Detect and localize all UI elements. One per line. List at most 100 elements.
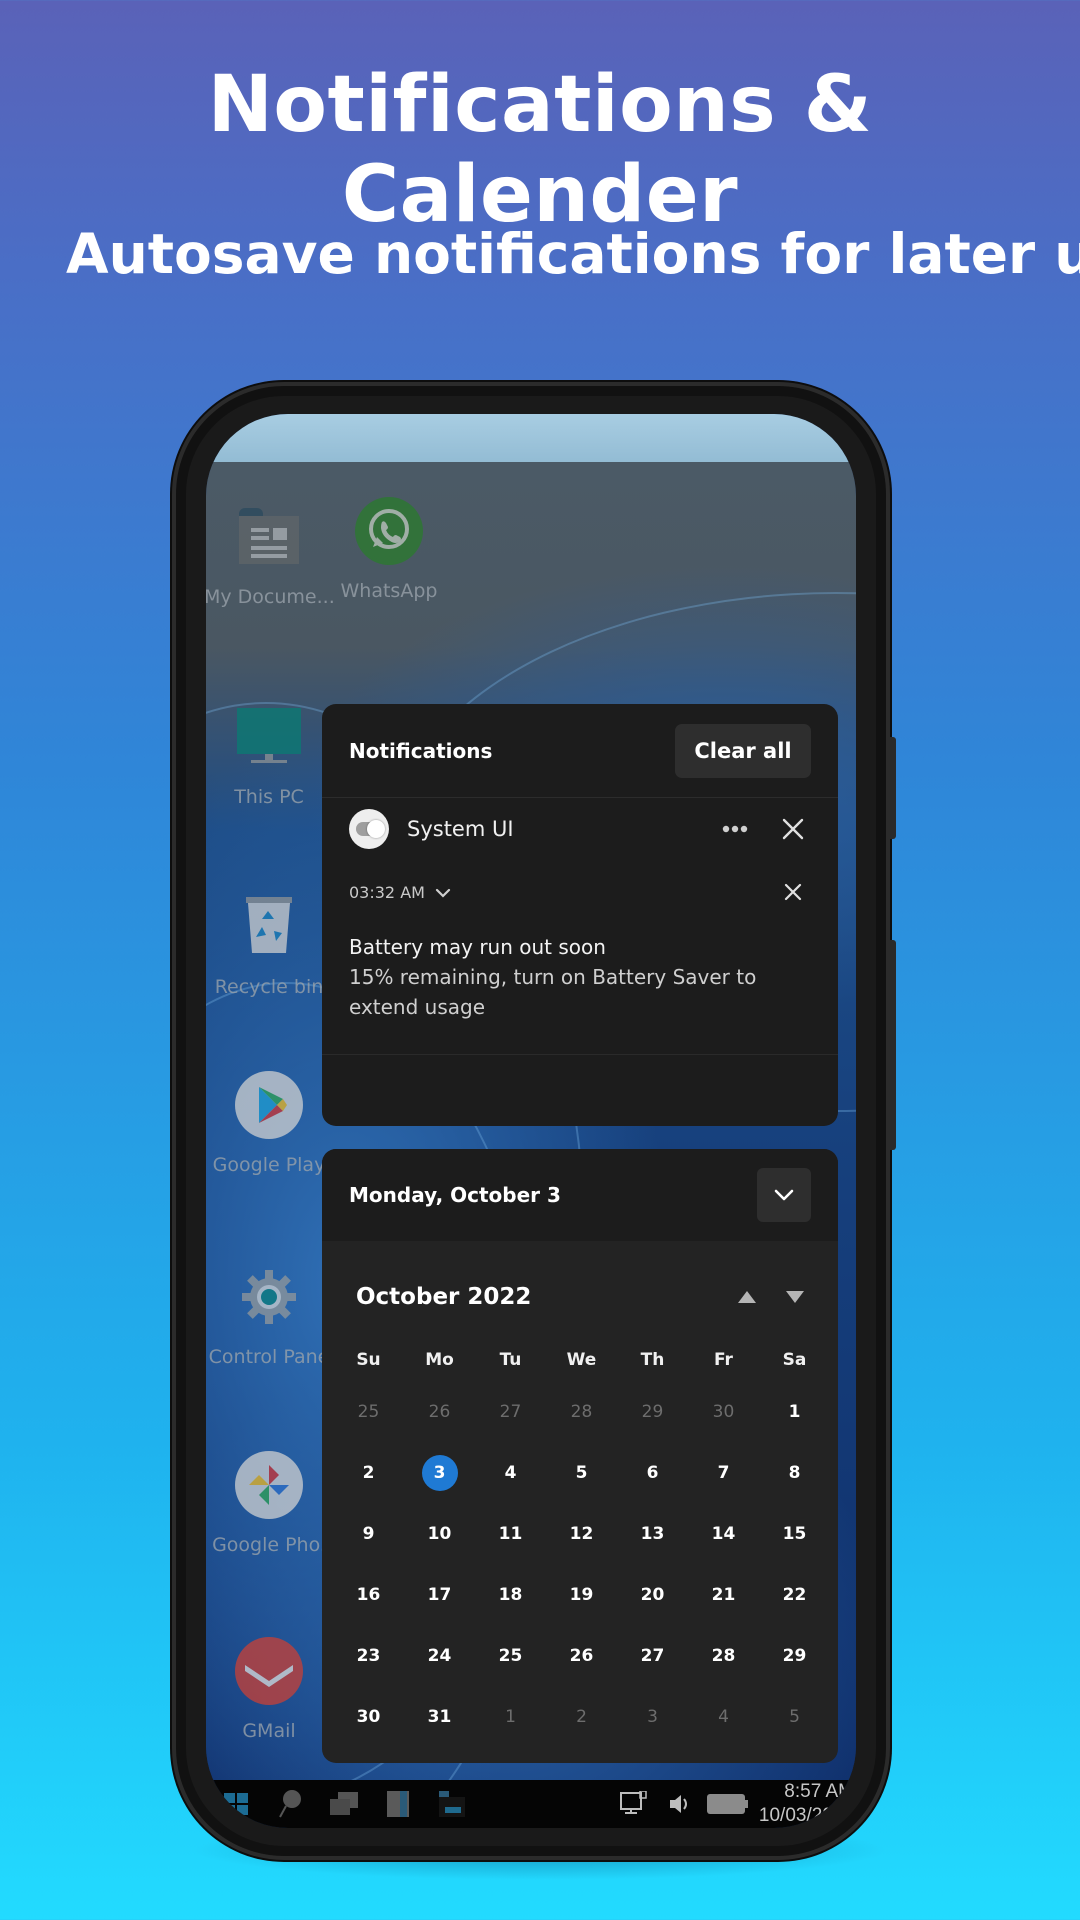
- calendar-day[interactable]: 30: [333, 1686, 404, 1747]
- calendar-day[interactable]: 8: [759, 1442, 830, 1503]
- calendar-day[interactable]: 31: [404, 1686, 475, 1747]
- calendar-day[interactable]: 6: [617, 1442, 688, 1503]
- calendar-day[interactable]: 9: [333, 1503, 404, 1564]
- calendar-day[interactable]: 11: [475, 1503, 546, 1564]
- calendar-month-label: October 2022: [356, 1284, 532, 1310]
- more-options-icon[interactable]: [717, 811, 753, 847]
- calendar-day[interactable]: 10: [404, 1503, 475, 1564]
- calendar-day[interactable]: 13: [617, 1503, 688, 1564]
- calendar-day[interactable]: 28: [688, 1625, 759, 1686]
- calendar-day-outside-month[interactable]: 1: [475, 1686, 546, 1747]
- calendar-day-number: 14: [711, 1523, 736, 1544]
- calendar-collapse-button[interactable]: [757, 1168, 811, 1222]
- desktop-icon-gmail[interactable]: GMail: [206, 1634, 334, 1742]
- calendar-day-number: 3: [421, 1454, 458, 1491]
- calendar-day-number: 13: [640, 1523, 665, 1544]
- calendar-day-number: 24: [427, 1645, 452, 1666]
- system-tray: 8:57 AM 10/03/2022: [616, 1780, 856, 1828]
- calendar-day-number: 30: [712, 1401, 735, 1422]
- previous-month-button[interactable]: [731, 1281, 763, 1313]
- calendar-day[interactable]: 19: [546, 1564, 617, 1625]
- network-icon[interactable]: [616, 1786, 652, 1822]
- calendar-day-outside-month[interactable]: 25: [333, 1381, 404, 1442]
- calendar-day-outside-month[interactable]: 26: [404, 1381, 475, 1442]
- notification-app-name: System UI: [407, 817, 514, 841]
- calendar-day-number: 2: [362, 1462, 375, 1483]
- calendar-day-outside-month[interactable]: 29: [617, 1381, 688, 1442]
- calendar-day-number: 18: [498, 1584, 523, 1605]
- file-explorer-icon[interactable]: [434, 1786, 470, 1822]
- calendar-day-outside-month[interactable]: 30: [688, 1381, 759, 1442]
- clear-all-button[interactable]: Clear all: [675, 723, 811, 778]
- desktop-icon-label: Google Play: [212, 1154, 326, 1176]
- calendar-day[interactable]: 20: [617, 1564, 688, 1625]
- start-icon[interactable]: [218, 1786, 254, 1822]
- calendar-day[interactable]: 1: [759, 1381, 830, 1442]
- calendar-header: Monday, October 3: [322, 1149, 838, 1241]
- calendar-day[interactable]: 15: [759, 1503, 830, 1564]
- calendar-day[interactable]: 26: [546, 1625, 617, 1686]
- volume-icon[interactable]: [662, 1786, 698, 1822]
- dismiss-app-close-icon[interactable]: [775, 811, 811, 847]
- desktop-icon-google-play[interactable]: Google Play: [206, 1068, 334, 1176]
- calendar-day-number: 9: [362, 1523, 375, 1544]
- task-view-icon[interactable]: [326, 1786, 362, 1822]
- desktop-icon-whatsapp[interactable]: WhatsApp: [324, 494, 454, 602]
- recycle-bin-icon: [232, 890, 306, 964]
- taskbar-clock[interactable]: 8:57 AM 10/03/2022: [758, 1780, 854, 1828]
- notification-card[interactable]: System UI 03:32 AM Battery may run out s…: [322, 798, 838, 1022]
- calendar-day[interactable]: 12: [546, 1503, 617, 1564]
- calendar-day[interactable]: 14: [688, 1503, 759, 1564]
- calendar-day-outside-month[interactable]: 5: [759, 1686, 830, 1747]
- calendar-day[interactable]: 29: [759, 1625, 830, 1686]
- window-icon[interactable]: [380, 1786, 416, 1822]
- calendar-day-number: 5: [575, 1462, 588, 1483]
- calendar-day[interactable]: 18: [475, 1564, 546, 1625]
- calendar-day[interactable]: 7: [688, 1442, 759, 1503]
- calendar-day[interactable]: 27: [617, 1625, 688, 1686]
- search-icon[interactable]: [272, 1786, 308, 1822]
- desktop-icon-control-panel[interactable]: Control Pane: [206, 1260, 334, 1368]
- calendar-day-outside-month[interactable]: 28: [546, 1381, 617, 1442]
- calendar-day[interactable]: 2: [333, 1442, 404, 1503]
- desktop-icon-recycle-bin[interactable]: Recycle bin: [206, 890, 334, 998]
- next-month-button[interactable]: [779, 1281, 811, 1313]
- calendar-day-number: 11: [498, 1523, 523, 1544]
- calendar-day[interactable]: 21: [688, 1564, 759, 1625]
- desktop-icon-google-photos[interactable]: Google Pho.: [206, 1448, 334, 1556]
- calendar-day[interactable]: 23: [333, 1625, 404, 1686]
- battery-icon[interactable]: [706, 1786, 750, 1822]
- calendar-day[interactable]: 24: [404, 1625, 475, 1686]
- calendar-day-number: 2: [576, 1706, 587, 1727]
- calendar-day-number: 29: [782, 1645, 807, 1666]
- weekday-header: Su: [356, 1350, 381, 1370]
- desktop-icon-this-pc[interactable]: This PC: [206, 700, 334, 808]
- calendar-day-number: 27: [499, 1401, 522, 1422]
- calendar-day-number: 27: [640, 1645, 665, 1666]
- phone-power-button: [890, 737, 896, 839]
- calendar-day[interactable]: 16: [333, 1564, 404, 1625]
- calendar-day[interactable]: 4: [475, 1442, 546, 1503]
- calendar-day[interactable]: 17: [404, 1564, 475, 1625]
- calendar-day-number: 19: [569, 1584, 594, 1605]
- notification-title: Battery may run out soon: [349, 935, 606, 959]
- expand-chevron-down-icon[interactable]: [435, 883, 451, 902]
- calendar-day-outside-month[interactable]: 2: [546, 1686, 617, 1747]
- calendar-day[interactable]: 22: [759, 1564, 830, 1625]
- calendar-day-number: 1: [788, 1401, 801, 1422]
- weekday-header: Tu: [499, 1350, 522, 1370]
- calendar-day-number: 12: [569, 1523, 594, 1544]
- calendar-day-number: 25: [357, 1401, 380, 1422]
- calendar-day[interactable]: 25: [475, 1625, 546, 1686]
- notification-body: Battery may run out soon 15% remaining, …: [322, 924, 838, 1022]
- desktop-icon-label: This PC: [234, 786, 304, 808]
- calendar-day-today[interactable]: 3: [404, 1442, 475, 1503]
- calendar-day[interactable]: 5: [546, 1442, 617, 1503]
- calendar-day-outside-month[interactable]: 27: [475, 1381, 546, 1442]
- calendar-day-outside-month[interactable]: 4: [688, 1686, 759, 1747]
- monitor-icon: [232, 700, 306, 774]
- dismiss-notification-close-icon[interactable]: [775, 874, 811, 910]
- desktop-icon-my-documents[interactable]: My Docume...: [206, 500, 334, 608]
- hero-subtitle: Autosave notifications for later use: [66, 222, 1080, 286]
- calendar-day-outside-month[interactable]: 3: [617, 1686, 688, 1747]
